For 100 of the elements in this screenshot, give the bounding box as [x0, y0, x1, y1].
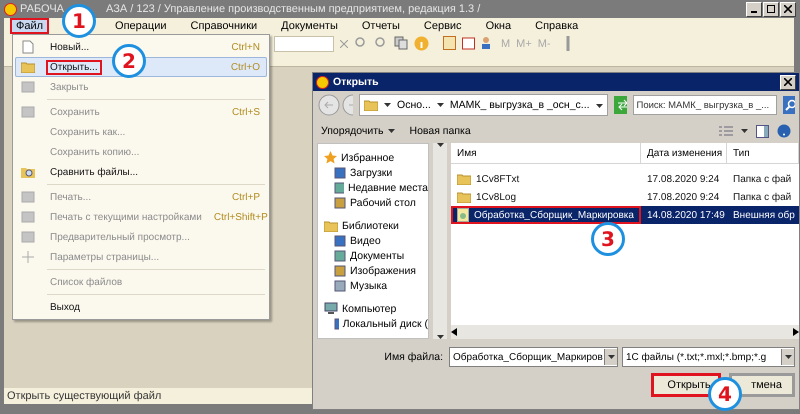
folder-icon [364, 99, 378, 111]
scrollbar[interactable] [433, 143, 447, 339]
menu-option-label: Предварительный просмотр... [49, 230, 191, 244]
column-header[interactable]: Имя [451, 143, 641, 163]
nav-item[interactable]: Недавние места [318, 180, 428, 195]
document-icon [22, 40, 34, 54]
nav-item[interactable]: Библиотеки [318, 218, 428, 233]
menu-option-label: Сохранить копию... [49, 146, 140, 160]
view-list-icon[interactable] [719, 125, 733, 137]
file-type-field[interactable]: 1С файлы (*.txt;*.mxl;*.bmp;*.g [622, 347, 795, 367]
nav-item[interactable]: Документы [318, 248, 428, 263]
nav-item[interactable]: Видео [318, 233, 428, 248]
menu-item[interactable]: Операции [109, 18, 173, 34]
preview-pane-icon[interactable] [756, 124, 769, 138]
greyed-icon [21, 81, 35, 93]
menu-option-label: Сравнить файлы... [49, 166, 140, 180]
menu-item[interactable]: Сервис [418, 18, 468, 34]
dropdown-arrow-icon [596, 104, 603, 108]
close-icon [784, 5, 792, 13]
nav-item[interactable]: Изображения [318, 263, 428, 278]
column-header[interactable]: Дата изменения [641, 143, 727, 163]
help-icon[interactable] [777, 124, 791, 138]
crosshair-icon [22, 251, 34, 263]
file-row[interactable]: Обработка_Сборщик_Маркировка 14.08.2020 17:49 Внешняя обр [451, 206, 799, 224]
nav-item[interactable]: Рабочий стол [318, 195, 428, 210]
search-field[interactable]: Поиск: МАМК_ выгрузка_в _... [632, 95, 778, 115]
scroll-left-icon[interactable] [451, 328, 457, 336]
nav-item[interactable]: Локальный диск ( [318, 316, 428, 331]
menu-option[interactable]: Выход [15, 297, 267, 317]
menu-option-label: Параметры страницы... [49, 250, 160, 264]
file-cell-text: Папка с фай [732, 190, 792, 204]
dropdown-arrow-icon [741, 129, 748, 133]
scrollbar[interactable] [451, 325, 799, 339]
file-cell: Обработка_Сборщик_Маркировка [451, 206, 641, 224]
menu-item[interactable]: Документы [275, 18, 344, 34]
minimize-button[interactable] [746, 2, 762, 16]
maximize-icon [767, 5, 775, 13]
maximize-button[interactable] [763, 2, 779, 16]
toolbar-button[interactable]: Новая папка [409, 125, 471, 137]
filename-field[interactable]: Обработка_Сборщик_Маркиров [449, 347, 618, 367]
menu-option-label: Закрыть [49, 80, 90, 94]
dropdown-arrow-icon [436, 335, 444, 339]
nav-item[interactable]: Компьютер [318, 301, 428, 316]
dropdown-arrow-icon [608, 355, 614, 359]
menu-item[interactable]: Справка [529, 18, 584, 34]
folder-icon [457, 173, 471, 185]
table-icon[interactable] [443, 36, 456, 50]
toolbar-combo-field[interactable] [274, 36, 334, 52]
menu-option-label: Сохранить [49, 106, 101, 120]
dropdown-arrow-icon [436, 143, 444, 147]
nav-item[interactable]: Загрузки [318, 165, 428, 180]
menu-option[interactable]: Сравнить файлы... [15, 162, 267, 182]
menu-option-label: Сохранить как... [49, 126, 126, 140]
shortcut-text: Ctrl+Shift+P [212, 212, 269, 222]
menu-item[interactable]: Файл [10, 18, 50, 34]
menu-option-label: Печать... [49, 190, 92, 204]
refresh-icon[interactable] [614, 96, 627, 114]
file-cell-text: Папка с фай [732, 172, 792, 186]
address-bar[interactable]: Осно... МАМК_ выгрузка_в _осн_с... [359, 94, 608, 116]
file-cell: 1Cv8FTxt [451, 170, 641, 188]
dropdown-arrow-icon [784, 355, 792, 359]
folder-search-icon [21, 165, 35, 179]
greyed-icon [21, 231, 35, 243]
greyed-icon [21, 191, 35, 203]
folder-icon [457, 191, 471, 203]
window-title: АЗА / 123 / Управление производственным предприятием, редакция 1.3 / [106, 3, 480, 15]
greyed-icon [21, 106, 35, 118]
open-folder-icon [21, 61, 35, 73]
menu-item[interactable]: Справочники [184, 18, 264, 34]
menu-item[interactable]: Окна [480, 18, 518, 34]
file-cell-text: 17.08.2020 9:24 [646, 172, 720, 186]
file-row[interactable]: 1Cv8FTxt 17.08.2020 9:24 Папка с фай [451, 170, 799, 188]
app-logo-icon [316, 76, 329, 88]
dropdown-arrow-icon [436, 103, 444, 107]
toolbar-button[interactable]: Упорядочить [321, 125, 396, 137]
nav-item[interactable]: Избранное [318, 150, 428, 165]
close-button[interactable] [780, 74, 796, 90]
breadcrumb[interactable]: МАМК_ выгрузка_в _осн_с... [450, 99, 590, 111]
calendar-icon[interactable] [462, 36, 475, 50]
menu-option-label: Новый... [49, 40, 90, 54]
close-button[interactable] [780, 2, 796, 16]
menu-option-label: Выход [49, 300, 81, 314]
dropdown-arrow-icon [384, 103, 392, 107]
breadcrumb[interactable]: Осно... [397, 99, 431, 111]
back-forward-icon[interactable] [317, 94, 354, 116]
clear-icon[interactable] [340, 40, 348, 48]
file-cell: 1Cv8Log [451, 188, 641, 206]
shortcut-text: Ctrl+P [230, 192, 261, 202]
nav-item[interactable]: Музыка [318, 278, 428, 293]
computer-icon [324, 302, 338, 315]
column-header[interactable]: Тип [727, 143, 799, 163]
star-icon [324, 151, 337, 164]
shortcut-text: Ctrl+O [230, 62, 261, 72]
dialog-title: Открыть [333, 76, 379, 88]
file-cell-text: Внешняя обр [732, 208, 796, 222]
menu-item[interactable]: Отчеты [356, 18, 406, 34]
copy-icon[interactable] [394, 36, 408, 50]
app-logo-icon [4, 2, 17, 16]
file-row[interactable]: 1Cv8Log 17.08.2020 9:24 Папка с фай [451, 188, 799, 206]
menu-option-label: Открыть... [46, 60, 102, 74]
